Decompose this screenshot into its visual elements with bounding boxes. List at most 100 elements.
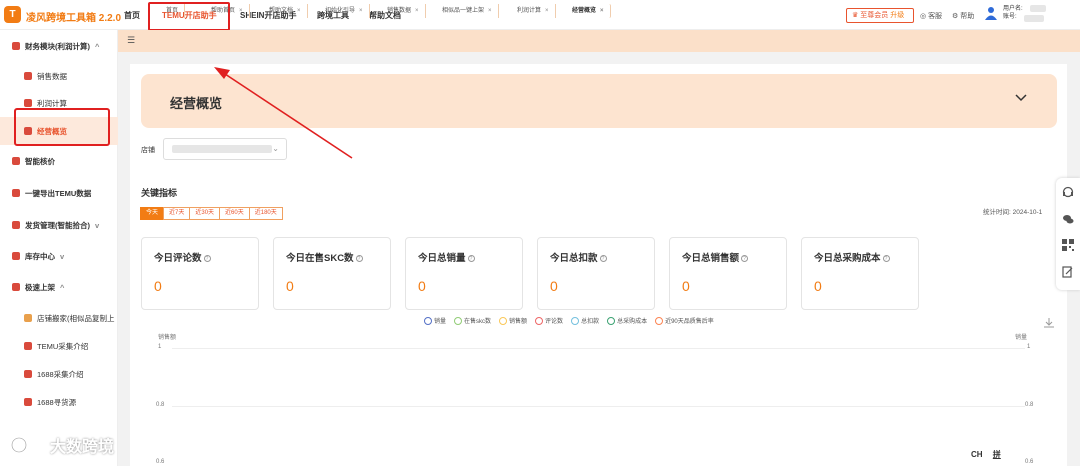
tab-label: 初始化引导 bbox=[325, 8, 356, 14]
service-link[interactable]: ◎ 客服 bbox=[920, 11, 942, 21]
export-icon bbox=[12, 189, 20, 197]
store-icon bbox=[24, 398, 32, 406]
calculator-icon bbox=[24, 99, 32, 107]
question-icon[interactable]: ? bbox=[203, 255, 211, 262]
close-icon[interactable]: × bbox=[600, 8, 604, 14]
metric-card-deductions: 今日总扣款? 0 bbox=[537, 237, 655, 310]
app-logo: T bbox=[4, 6, 21, 23]
nav-home[interactable]: 首页 bbox=[124, 10, 140, 21]
menu-toggle-icon[interactable]: ☰ bbox=[127, 35, 135, 46]
close-icon[interactable]: × bbox=[488, 8, 492, 14]
sidebar-item-export-temu[interactable]: 一键导出TEMU数据 bbox=[12, 188, 91, 199]
username-label: 用户名: bbox=[1003, 6, 1023, 12]
sidebar-label: 财务模块(利润计算) bbox=[25, 42, 90, 51]
tab-label: 经营概览 bbox=[572, 8, 597, 14]
chevron-down-icon[interactable] bbox=[1014, 91, 1028, 105]
legend-item[interactable]: 总扣款 bbox=[571, 316, 599, 325]
store-select[interactable]: ⌄ bbox=[163, 138, 287, 160]
range-30d[interactable]: 近30天 bbox=[189, 207, 221, 220]
close-icon[interactable]: × bbox=[239, 8, 243, 14]
download-icon[interactable] bbox=[1043, 317, 1055, 329]
close-icon[interactable]: × bbox=[297, 8, 301, 14]
headset-icon[interactable] bbox=[1062, 186, 1074, 198]
chart-icon bbox=[24, 72, 32, 80]
tab-label: 首页 bbox=[166, 8, 179, 14]
sidebar-item-store-move[interactable]: 店铺搬家(相似品复制上 bbox=[24, 313, 115, 324]
metric-title: 今日总扣款? bbox=[550, 250, 607, 264]
question-icon[interactable]: ? bbox=[741, 255, 749, 262]
sidebar-item-1688-source[interactable]: 1688寻货源 bbox=[24, 397, 76, 408]
edit-note-icon[interactable] bbox=[1062, 266, 1074, 278]
rocket-icon bbox=[12, 283, 20, 291]
range-7d[interactable]: 近7天 bbox=[163, 207, 191, 220]
sidebar-item-shipping[interactable]: 发货管理(智能拾合) v bbox=[12, 220, 99, 231]
legend-item[interactable]: 在售skc数 bbox=[454, 316, 491, 325]
sidebar-item-temu-collect[interactable]: TEMU采集介绍 bbox=[24, 341, 88, 352]
sidebar-item-finance[interactable]: 财务模块(利润计算) ^ bbox=[12, 41, 99, 52]
legend-item[interactable]: 总采购成本 bbox=[607, 316, 647, 325]
vip-label: 至尊会员 bbox=[860, 12, 889, 19]
grid-line bbox=[172, 348, 1025, 349]
overview-banner[interactable] bbox=[141, 74, 1057, 128]
wechat-icon[interactable] bbox=[1062, 213, 1074, 225]
chevron-down-icon: v bbox=[95, 221, 100, 230]
ime-indicator[interactable]: CH 拼 bbox=[969, 448, 1003, 461]
y-axis-label-right: 销量 bbox=[1015, 335, 1028, 341]
legend-marker-icon bbox=[424, 317, 432, 325]
upgrade-label: 升级 bbox=[890, 12, 905, 19]
tab-label: 利润计算 bbox=[517, 8, 542, 14]
tab-help-docs[interactable]: 帮助文档 × bbox=[263, 4, 308, 18]
metric-card-skc: 今日在售SKC数? 0 bbox=[273, 237, 391, 310]
store-icon bbox=[24, 314, 32, 322]
user-info: 用户名: 账号: bbox=[1003, 5, 1023, 21]
legend-item[interactable]: 销量 bbox=[424, 316, 446, 325]
store-icon bbox=[24, 342, 32, 350]
user-icon[interactable] bbox=[985, 6, 997, 20]
y-axis-label-left: 销售额 bbox=[158, 335, 177, 341]
sidebar-label: 销售数据 bbox=[37, 72, 67, 81]
key-metrics-title: 关键指标 bbox=[141, 188, 178, 198]
legend-item[interactable]: 评论数 bbox=[535, 316, 563, 325]
metric-title: 今日总销售额? bbox=[682, 250, 749, 264]
question-icon[interactable]: ? bbox=[599, 255, 607, 262]
close-icon[interactable]: × bbox=[415, 8, 419, 14]
close-icon[interactable]: × bbox=[545, 8, 549, 14]
metric-value: 0 bbox=[814, 278, 822, 294]
vip-button[interactable]: ♛ 至尊会员 升级 bbox=[846, 8, 914, 23]
range-180d[interactable]: 近180天 bbox=[248, 207, 283, 220]
grid-line bbox=[172, 406, 1025, 407]
help-link[interactable]: ⚙ 帮助 bbox=[952, 11, 974, 21]
question-icon[interactable]: ? bbox=[355, 255, 363, 262]
range-60d[interactable]: 近60天 bbox=[219, 207, 250, 220]
tab-sales-data[interactable]: 销售数据 × bbox=[381, 4, 426, 18]
help-label: 帮助 bbox=[960, 13, 975, 20]
sidebar-item-smart-pricing[interactable]: 智能核价 bbox=[12, 156, 55, 167]
app-title: 凌风跨境工具箱 2.2.0 bbox=[26, 13, 122, 24]
tab-home[interactable]: 首页 bbox=[160, 4, 186, 18]
legend-item[interactable]: 近90天品质售后率 bbox=[655, 316, 714, 325]
legend-label: 总采购成本 bbox=[617, 319, 648, 325]
tab-profit-calc[interactable]: 利润计算 × bbox=[511, 4, 556, 18]
legend-item[interactable]: 销售额 bbox=[499, 316, 527, 325]
tab-label: 相似品一键上架 bbox=[442, 8, 485, 14]
service-label: 客服 bbox=[928, 13, 943, 20]
close-icon[interactable]: × bbox=[359, 8, 363, 14]
tab-help-home[interactable]: 帮助首页 × bbox=[205, 4, 250, 18]
qrcode-icon[interactable] bbox=[1062, 239, 1074, 251]
question-icon[interactable]: ? bbox=[882, 255, 890, 262]
metric-value: 0 bbox=[154, 278, 162, 294]
sidebar-item-fast-listing[interactable]: 极速上架 ^ bbox=[12, 282, 64, 293]
sidebar-item-1688-collect[interactable]: 1688采集介绍 bbox=[24, 369, 84, 380]
sidebar-item-inventory[interactable]: 库存中心 v bbox=[12, 251, 64, 262]
legend-label: 近90天品质售后率 bbox=[665, 319, 714, 325]
range-today[interactable]: 今天 bbox=[140, 207, 165, 220]
tab-overview[interactable]: 经营概览 × bbox=[566, 4, 611, 18]
question-icon[interactable]: ? bbox=[467, 255, 475, 262]
tab-similar-listing[interactable]: 相似品一键上架 × bbox=[436, 4, 499, 18]
tab-init-guide[interactable]: 初始化引导 × bbox=[319, 4, 370, 18]
metric-title-text: 今日评论数 bbox=[154, 253, 202, 264]
account-label: 账号: bbox=[1003, 14, 1017, 20]
legend-label: 在售skc数 bbox=[464, 319, 492, 325]
metric-title: 今日评论数? bbox=[154, 250, 211, 264]
sidebar-item-sales-data[interactable]: 销售数据 bbox=[24, 71, 67, 82]
